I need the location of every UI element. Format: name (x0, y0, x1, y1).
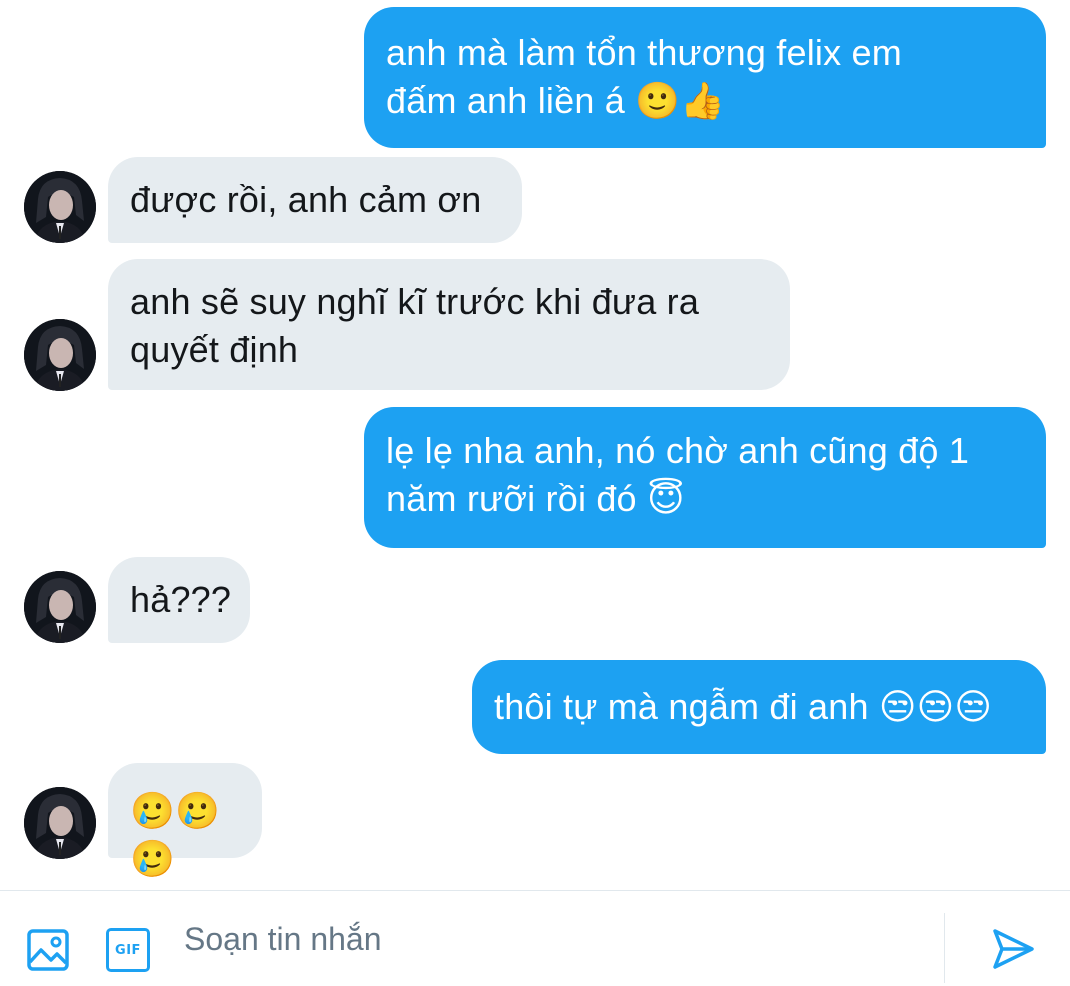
avatar[interactable] (24, 171, 96, 243)
divider (944, 913, 945, 983)
avatar[interactable] (24, 319, 96, 391)
gif-icon[interactable]: GIF (106, 928, 150, 972)
avatar-image (24, 171, 96, 243)
gif-label: GIF (115, 942, 141, 958)
message-outgoing[interactable]: anh mà làm tổn thương felix em đấm anh l… (364, 7, 1046, 148)
message-incoming[interactable]: được rồi, anh cảm ơn (108, 157, 522, 243)
conversation: anh mà làm tổn thương felix em đấm anh l… (0, 0, 1070, 890)
avatar-image (24, 319, 96, 391)
avatar-image (24, 787, 96, 859)
message-incoming[interactable]: 🥲🥲🥲 (108, 763, 262, 879)
avatar[interactable] (24, 787, 96, 859)
avatar-image (24, 571, 96, 643)
send-icon[interactable] (990, 926, 1036, 977)
message-input[interactable] (184, 911, 924, 967)
message-incoming[interactable]: anh sẽ suy nghĩ kĩ trước khi đưa ra quyế… (108, 259, 790, 390)
message-composer: GIF (0, 890, 1070, 986)
message-outgoing[interactable]: lẹ lẹ nha anh, nó chờ anh cũng độ 1 năm … (364, 407, 1046, 548)
message-incoming[interactable]: hả??? (108, 557, 250, 643)
image-icon[interactable] (26, 928, 70, 977)
avatar[interactable] (24, 571, 96, 643)
message-outgoing[interactable]: thôi tự mà ngẫm đi anh 😒😒😒 (472, 660, 1046, 754)
